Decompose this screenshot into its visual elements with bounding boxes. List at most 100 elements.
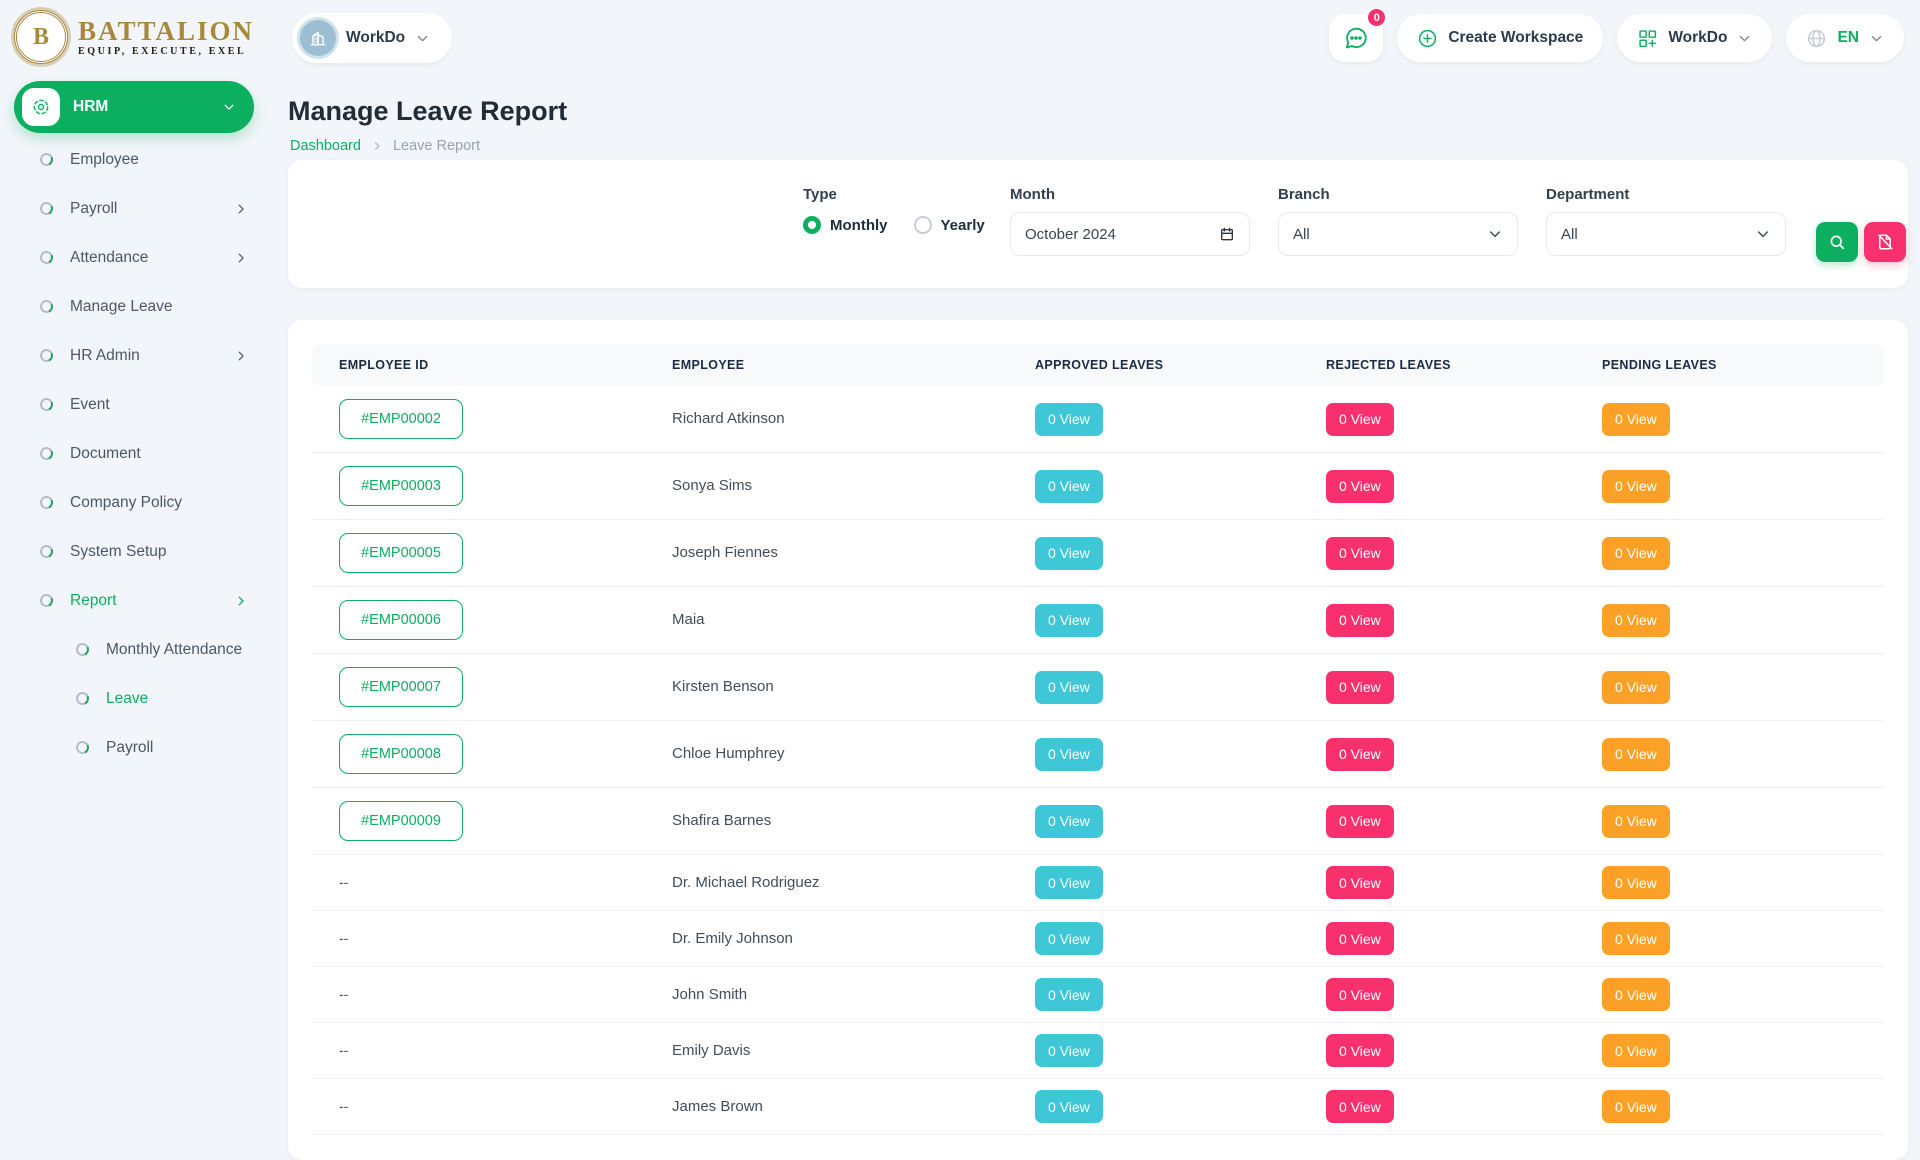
pending-leaves-badge[interactable]: 0 View [1602, 470, 1670, 503]
rejected-leaves-badge[interactable]: 0 View [1326, 738, 1394, 771]
rejected-leaves-badge[interactable]: 0 View [1326, 866, 1394, 899]
pending-leaves-badge[interactable]: 0 View [1602, 671, 1670, 704]
rejected-leaves-badge[interactable]: 0 View [1326, 671, 1394, 704]
table-row: #EMP00006Maia0 View0 View0 View [312, 587, 1884, 654]
bullet-icon [38, 347, 55, 364]
sidebar-item-report[interactable]: Report [14, 576, 266, 625]
sidebar-item-document[interactable]: Document [14, 429, 266, 478]
rejected-leaves-badge[interactable]: 0 View [1326, 403, 1394, 436]
department-select[interactable]: All [1546, 212, 1786, 256]
rejected-leaves-badge[interactable]: 0 View [1326, 805, 1394, 838]
employee-name: Kirsten Benson [672, 678, 774, 695]
column-header-employee-id: EMPLOYEE ID [312, 358, 645, 372]
branch-select[interactable]: All [1278, 212, 1518, 256]
rejected-leaves-badge[interactable]: 0 View [1326, 537, 1394, 570]
pending-leaves-badge[interactable]: 0 View [1602, 738, 1670, 771]
pending-leaves-badge[interactable]: 0 View [1602, 805, 1670, 838]
sidebar-item-label: Manage Leave [70, 298, 173, 316]
sidebar-item-payroll[interactable]: Payroll [14, 723, 266, 772]
bullet-icon [38, 200, 55, 217]
rejected-leaves-badge[interactable]: 0 View [1326, 922, 1394, 955]
messages-button[interactable]: 0 [1329, 14, 1383, 62]
active-module-pill[interactable]: HRM [14, 81, 254, 133]
calendar-icon [1219, 226, 1235, 242]
monthly-radio-option[interactable]: Monthly [803, 216, 888, 234]
employee-id-badge[interactable]: #EMP00002 [339, 399, 463, 439]
pending-leaves-badge[interactable]: 0 View [1602, 1090, 1670, 1123]
yearly-radio-option[interactable]: Yearly [914, 216, 985, 234]
employee-id-badge[interactable]: #EMP00006 [339, 600, 463, 640]
sidebar-item-manage-leave[interactable]: Manage Leave [14, 282, 266, 331]
create-workspace-button[interactable]: Create Workspace [1397, 14, 1603, 62]
bullet-icon [38, 592, 55, 609]
yearly-radio-label: Yearly [941, 217, 985, 234]
sidebar-item-payroll[interactable]: Payroll [14, 184, 266, 233]
monthly-radio[interactable] [803, 216, 821, 234]
employee-id-badge[interactable]: #EMP00008 [339, 734, 463, 774]
type-filter: Type Monthly Yearly [803, 186, 985, 234]
employee-id-badge[interactable]: #EMP00003 [339, 466, 463, 506]
approved-leaves-badge[interactable]: 0 View [1035, 866, 1103, 899]
month-input[interactable]: October 2024 [1010, 212, 1250, 256]
sidebar-item-employee[interactable]: Employee [14, 135, 266, 184]
approved-leaves-badge[interactable]: 0 View [1035, 1034, 1103, 1067]
employee-id-badge[interactable]: #EMP00009 [339, 801, 463, 841]
brand-monogram: B [33, 24, 49, 51]
pending-leaves-badge[interactable]: 0 View [1602, 978, 1670, 1011]
rejected-leaves-badge[interactable]: 0 View [1326, 1090, 1394, 1123]
approved-leaves-badge[interactable]: 0 View [1035, 403, 1103, 436]
rejected-leaves-badge[interactable]: 0 View [1326, 1034, 1394, 1067]
employee-name: Shafira Barnes [672, 812, 771, 829]
pending-leaves-badge[interactable]: 0 View [1602, 604, 1670, 637]
bullet-icon [38, 494, 55, 511]
sidebar-item-hr-admin[interactable]: HR Admin [14, 331, 266, 380]
sidebar-item-system-setup[interactable]: System Setup [14, 527, 266, 576]
employee-id-badge[interactable]: #EMP00007 [339, 667, 463, 707]
workdo-menu-button[interactable]: WorkDo [1617, 14, 1772, 62]
breadcrumb-dashboard-link[interactable]: Dashboard [290, 138, 361, 154]
workspace-selector[interactable]: WorkDo [292, 13, 452, 63]
column-header-pending-leaves: PENDING LEAVES [1575, 358, 1884, 372]
reset-button[interactable] [1864, 222, 1906, 262]
language-selector[interactable]: EN [1786, 14, 1904, 62]
approved-leaves-badge[interactable]: 0 View [1035, 1090, 1103, 1123]
approved-leaves-badge[interactable]: 0 View [1035, 922, 1103, 955]
bullet-icon [38, 543, 55, 560]
approved-leaves-badge[interactable]: 0 View [1035, 671, 1103, 704]
globe-icon [1806, 28, 1827, 49]
bullet-icon [74, 739, 91, 756]
sidebar-item-event[interactable]: Event [14, 380, 266, 429]
table-row: --Dr. Michael Rodriguez0 View0 View0 Vie… [312, 855, 1884, 911]
employee-id-empty: -- [339, 986, 348, 1002]
approved-leaves-badge[interactable]: 0 View [1035, 604, 1103, 637]
table-body: #EMP00002Richard Atkinson0 View0 View0 V… [312, 386, 1884, 1135]
employee-id-badge[interactable]: #EMP00005 [339, 533, 463, 573]
sidebar-item-attendance[interactable]: Attendance [14, 233, 266, 282]
sidebar-item-leave[interactable]: Leave [14, 674, 266, 723]
pending-leaves-badge[interactable]: 0 View [1602, 537, 1670, 570]
search-button[interactable] [1816, 222, 1858, 262]
approved-leaves-badge[interactable]: 0 View [1035, 978, 1103, 1011]
sidebar-item-hrm[interactable]: HRM [14, 79, 266, 135]
approved-leaves-badge[interactable]: 0 View [1035, 738, 1103, 771]
sidebar-item-company-policy[interactable]: Company Policy [14, 478, 266, 527]
rejected-leaves-badge[interactable]: 0 View [1326, 978, 1394, 1011]
approved-leaves-badge[interactable]: 0 View [1035, 470, 1103, 503]
pending-leaves-badge[interactable]: 0 View [1602, 922, 1670, 955]
sidebar-item-monthly-attendance[interactable]: Monthly Attendance [14, 625, 266, 674]
breadcrumb: Dashboard Leave Report [290, 138, 480, 154]
pending-leaves-badge[interactable]: 0 View [1602, 1034, 1670, 1067]
branch-label: Branch [1278, 186, 1518, 203]
approved-leaves-badge[interactable]: 0 View [1035, 537, 1103, 570]
approved-leaves-badge[interactable]: 0 View [1035, 805, 1103, 838]
pending-leaves-badge[interactable]: 0 View [1602, 403, 1670, 436]
month-label: Month [1010, 186, 1250, 203]
pending-leaves-badge[interactable]: 0 View [1602, 866, 1670, 899]
table-row: --Dr. Emily Johnson0 View0 View0 View [312, 911, 1884, 967]
rejected-leaves-badge[interactable]: 0 View [1326, 470, 1394, 503]
rejected-leaves-badge[interactable]: 0 View [1326, 604, 1394, 637]
employee-name: Emily Davis [672, 1042, 750, 1059]
bullet-icon [38, 151, 55, 168]
yearly-radio[interactable] [914, 216, 932, 234]
sidebar-item-label: Attendance [70, 249, 148, 267]
